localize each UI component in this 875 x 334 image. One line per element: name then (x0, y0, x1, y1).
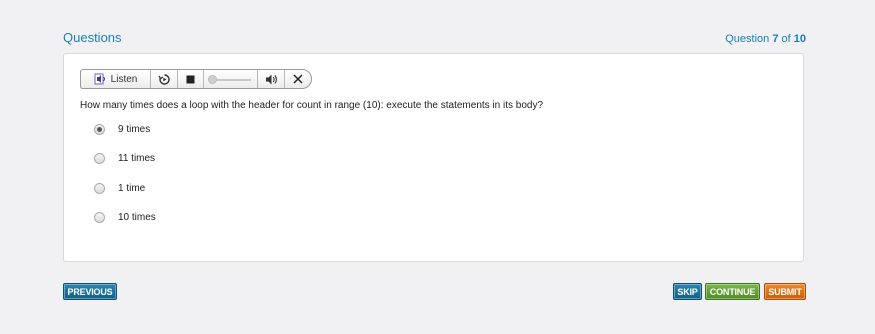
replay-button[interactable] (151, 70, 178, 88)
volume-icon (265, 74, 277, 84)
speaker-listen-icon (94, 73, 105, 85)
progress-of: of (778, 33, 794, 45)
speed-slider[interactable] (204, 70, 258, 88)
listen-button[interactable]: Listen (81, 70, 151, 88)
option-label: 9 times (118, 124, 151, 135)
radio-button[interactable] (94, 153, 105, 164)
progress-total: 10 (793, 33, 806, 45)
close-tts-button[interactable] (285, 70, 311, 88)
question-progress: Question 7 of 10 (725, 33, 806, 45)
text-to-speech-toolbar: Listen (80, 69, 312, 89)
stop-icon (186, 75, 195, 83)
volume-button[interactable] (258, 70, 285, 88)
option-label: 1 time (118, 183, 146, 194)
stop-button[interactable] (178, 70, 204, 88)
radio-button[interactable] (94, 183, 105, 194)
option-label: 11 times (118, 153, 156, 164)
previous-button[interactable]: PREVIOUS (63, 283, 117, 300)
continue-button[interactable]: CONTINUE (705, 283, 760, 300)
question-card: Listen How many times does a loop with t… (63, 53, 804, 262)
replay-icon (157, 73, 170, 85)
slider-handle[interactable] (208, 75, 217, 84)
close-icon (293, 74, 303, 84)
answer-option[interactable]: 9 times (94, 124, 150, 135)
progress-prefix: Question (725, 33, 773, 45)
page-title: Questions (63, 30, 122, 45)
answer-option[interactable]: 11 times (94, 153, 155, 164)
radio-button[interactable] (94, 212, 105, 223)
answer-option[interactable]: 10 times (94, 212, 156, 223)
radio-button[interactable] (94, 124, 105, 135)
answer-option[interactable]: 1 time (94, 183, 145, 194)
listen-label: Listen (110, 73, 138, 85)
skip-button[interactable]: SKIP (673, 283, 702, 300)
option-label: 10 times (118, 212, 156, 223)
submit-button[interactable]: SUBMIT (764, 283, 806, 300)
question-text: How many times does a loop with the head… (80, 100, 544, 111)
